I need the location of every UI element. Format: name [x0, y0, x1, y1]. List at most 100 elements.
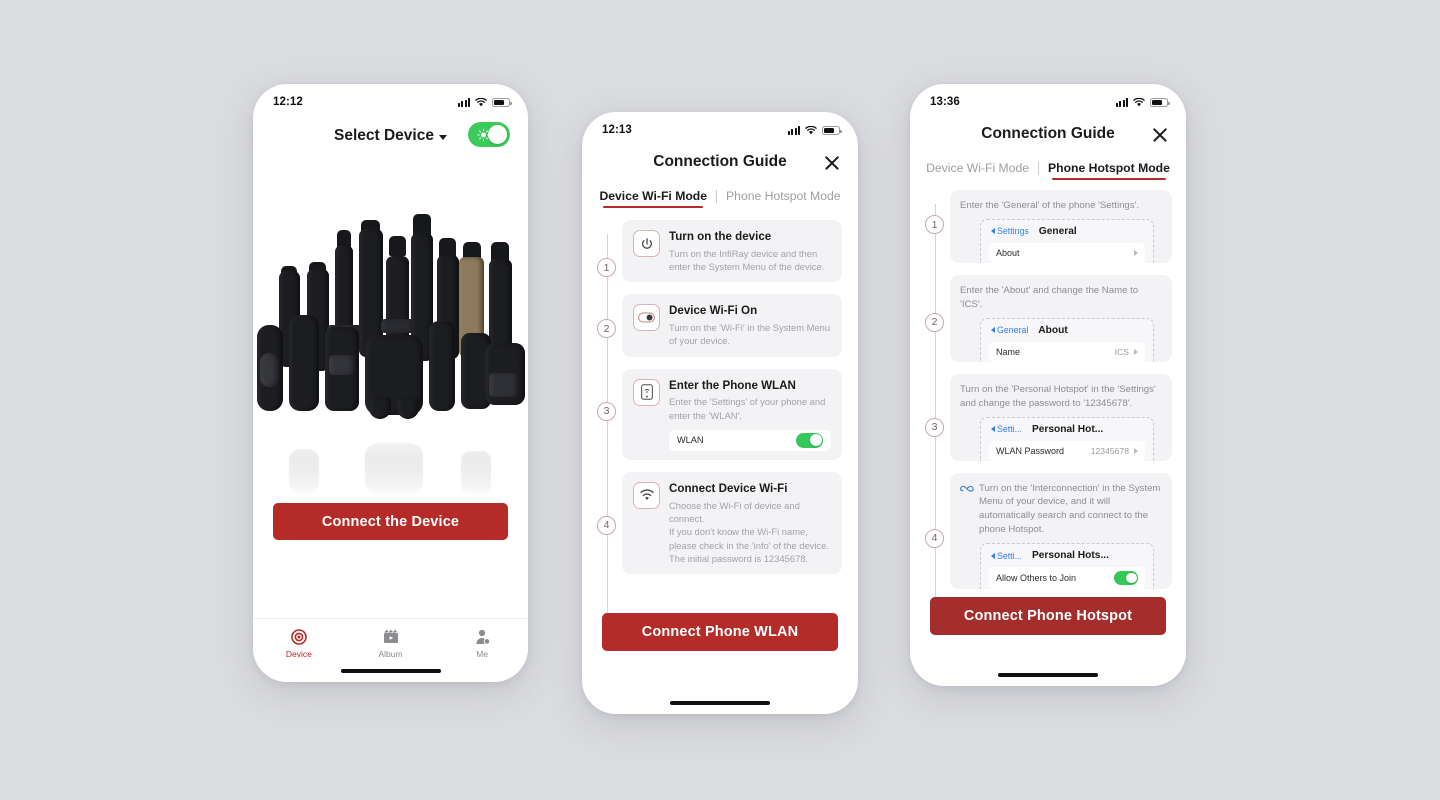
mock-row[interactable]: Name ICS [989, 341, 1145, 362]
step-item: 2 Enter the 'About' and change the Name … [925, 274, 1172, 362]
step-card: Connect Device Wi-Fi Choose the Wi-Fi of… [622, 471, 842, 575]
mock-row-label: Allow Others to Join [996, 573, 1077, 584]
page-title: Connection Guide [653, 153, 787, 170]
status-time: 12:13 [602, 124, 632, 136]
brightness-toggle[interactable] [468, 122, 510, 147]
guide-header: Connection Guide [582, 142, 858, 182]
step-item: 3 Turn on the 'Personal Hotspot' in the … [925, 373, 1172, 461]
chevron-down-icon [438, 135, 447, 140]
connect-phone-wlan-button[interactable]: Connect Phone WLAN [602, 613, 838, 651]
mock-back-link[interactable]: Setti... [991, 424, 1022, 434]
device-header: Select Device [253, 114, 528, 158]
tab-phone-hotspot-mode[interactable]: Phone Hotspot Mode [1048, 161, 1170, 180]
step-card: Turn on the 'Personal Hotspot' in the 'S… [950, 373, 1172, 461]
step-desc: Enter the 'General' of the phone 'Settin… [960, 200, 1140, 211]
step-card: Device Wi-Fi On Turn on the 'Wi-Fi' in t… [622, 294, 842, 357]
step-desc: Turn on the 'Personal Hotspot' in the 'S… [960, 383, 1156, 409]
mock-back-link[interactable]: Settings [991, 226, 1029, 236]
step-item: 3 Enter the Phone WLAN Enter the 'Settin… [597, 368, 842, 460]
step-title: Turn on the device [669, 230, 772, 243]
status-bar: 12:12 [253, 84, 528, 114]
mock-back-link[interactable]: General [991, 325, 1028, 335]
device-hero-image [253, 214, 528, 514]
sun-icon [477, 128, 490, 141]
mock-row[interactable]: WLAN Password 12345678 [989, 440, 1145, 461]
chevron-right-icon [1134, 447, 1138, 454]
step-number: 4 [597, 515, 616, 535]
cellular-signal-icon [1115, 97, 1128, 107]
step-desc-wrap: Turn on the 'Interconnection' in the Sys… [960, 482, 1162, 538]
film-clapper-icon [383, 628, 399, 645]
step-desc: Enter the 'About' and change the Name to… [960, 284, 1139, 310]
wlan-row[interactable]: WLAN [669, 429, 831, 451]
step-rail [606, 234, 608, 624]
tab-device-wifi-mode[interactable]: Device Wi-Fi Mode [926, 161, 1029, 180]
tab-me[interactable]: Me [436, 628, 528, 659]
phone-wifi-icon [633, 378, 660, 406]
step-number: 1 [925, 215, 944, 234]
step-desc: Turn on the InfiRay device and then ente… [669, 247, 825, 272]
chevron-left-icon [991, 552, 995, 559]
toggle-knob [488, 125, 507, 144]
mock-settings-screen: Setti... Personal Hot... WLAN Password 1… [980, 416, 1154, 461]
chevron-left-icon [991, 327, 995, 334]
tab-phone-hotspot-mode[interactable]: Phone Hotspot Mode [726, 189, 841, 208]
steps-list: 1 Enter the 'General' of the phone 'Sett… [910, 190, 1186, 604]
mock-settings-screen: Settings General About [980, 218, 1154, 263]
mock-row-label: WLAN Password [996, 445, 1065, 456]
status-icons [787, 125, 842, 135]
mock-back-label: Setti... [997, 424, 1022, 435]
mock-row-label: About [996, 247, 1020, 258]
steps-list: 1 Turn on the device Turn on the InfiRay… [582, 220, 858, 624]
chevron-right-icon [1134, 249, 1138, 256]
mode-tabs: Device Wi-Fi Mode Phone Hotspot Mode [582, 189, 858, 208]
connect-the-device-button[interactable]: Connect the Device [273, 503, 508, 540]
close-icon[interactable] [822, 152, 842, 172]
battery-icon [492, 97, 512, 107]
step-title: Connect Device Wi-Fi [669, 481, 788, 495]
infiray-devices-product-photo [253, 214, 528, 419]
step-item: 4 Turn on the 'Interconnection' in the S… [925, 472, 1172, 590]
allow-others-toggle[interactable] [1114, 571, 1138, 585]
step-item: 4 Connect Device Wi-Fi Choose the Wi-Fi … [597, 471, 842, 575]
chevron-left-icon [991, 426, 995, 433]
step-desc: Choose the Wi-Fi of device and connect. … [669, 499, 829, 564]
mode-tabs: Device Wi-Fi Mode Phone Hotspot Mode [910, 161, 1186, 180]
wlan-label: WLAN [677, 435, 704, 446]
step-card: Turn on the 'Interconnection' in the Sys… [950, 472, 1172, 590]
step-number: 2 [597, 319, 616, 339]
step-item: 1 Turn on the device Turn on the InfiRay… [597, 220, 842, 283]
step-card: Enter the 'About' and change the Name to… [950, 274, 1172, 362]
tab-divider [1038, 161, 1040, 175]
tab-album[interactable]: Album [345, 628, 437, 659]
mock-title: Personal Hot... [1031, 423, 1104, 435]
chevron-left-icon [991, 228, 995, 235]
status-bar: 13:36 [910, 84, 1186, 114]
mock-row[interactable]: Allow Others to Join [989, 567, 1145, 590]
chevron-right-icon [1134, 348, 1138, 355]
step-item: 2 Device Wi-Fi On Turn on the 'Wi-Fi' in… [597, 294, 842, 357]
mock-row-label: Name [996, 346, 1021, 357]
select-device-dropdown[interactable]: Select Device [334, 127, 447, 145]
status-time: 13:36 [930, 96, 960, 108]
mock-back-link[interactable]: Setti... [991, 551, 1022, 561]
connect-phone-hotspot-button[interactable]: Connect Phone Hotspot [930, 597, 1166, 635]
home-indicator [670, 700, 770, 705]
wlan-toggle[interactable] [796, 432, 823, 448]
battery-icon [1150, 97, 1170, 107]
tab-device-wifi-mode[interactable]: Device Wi-Fi Mode [599, 189, 707, 208]
step-number: 2 [925, 312, 944, 332]
phone-mockup-device-wifi-guide: 12:13 Connection Guide Device Wi-Fi Mode… [582, 112, 858, 714]
cellular-signal-icon [787, 125, 800, 135]
close-icon[interactable] [1150, 124, 1170, 144]
mock-back-label: Settings [997, 226, 1029, 237]
step-card: Enter the Phone WLAN Enter the 'Settings… [622, 368, 842, 460]
mock-settings-screen: Setti... Personal Hots... Allow Others t… [980, 543, 1154, 590]
step-item: 1 Enter the 'General' of the phone 'Sett… [925, 190, 1172, 263]
cellular-signal-icon [457, 97, 470, 107]
step-desc: Turn on the 'Wi-Fi' in the System Menu o… [669, 321, 831, 347]
tab-device[interactable]: Device [253, 628, 345, 659]
mock-row[interactable]: About [989, 242, 1145, 263]
target-icon [291, 628, 307, 645]
status-icons [457, 97, 512, 107]
